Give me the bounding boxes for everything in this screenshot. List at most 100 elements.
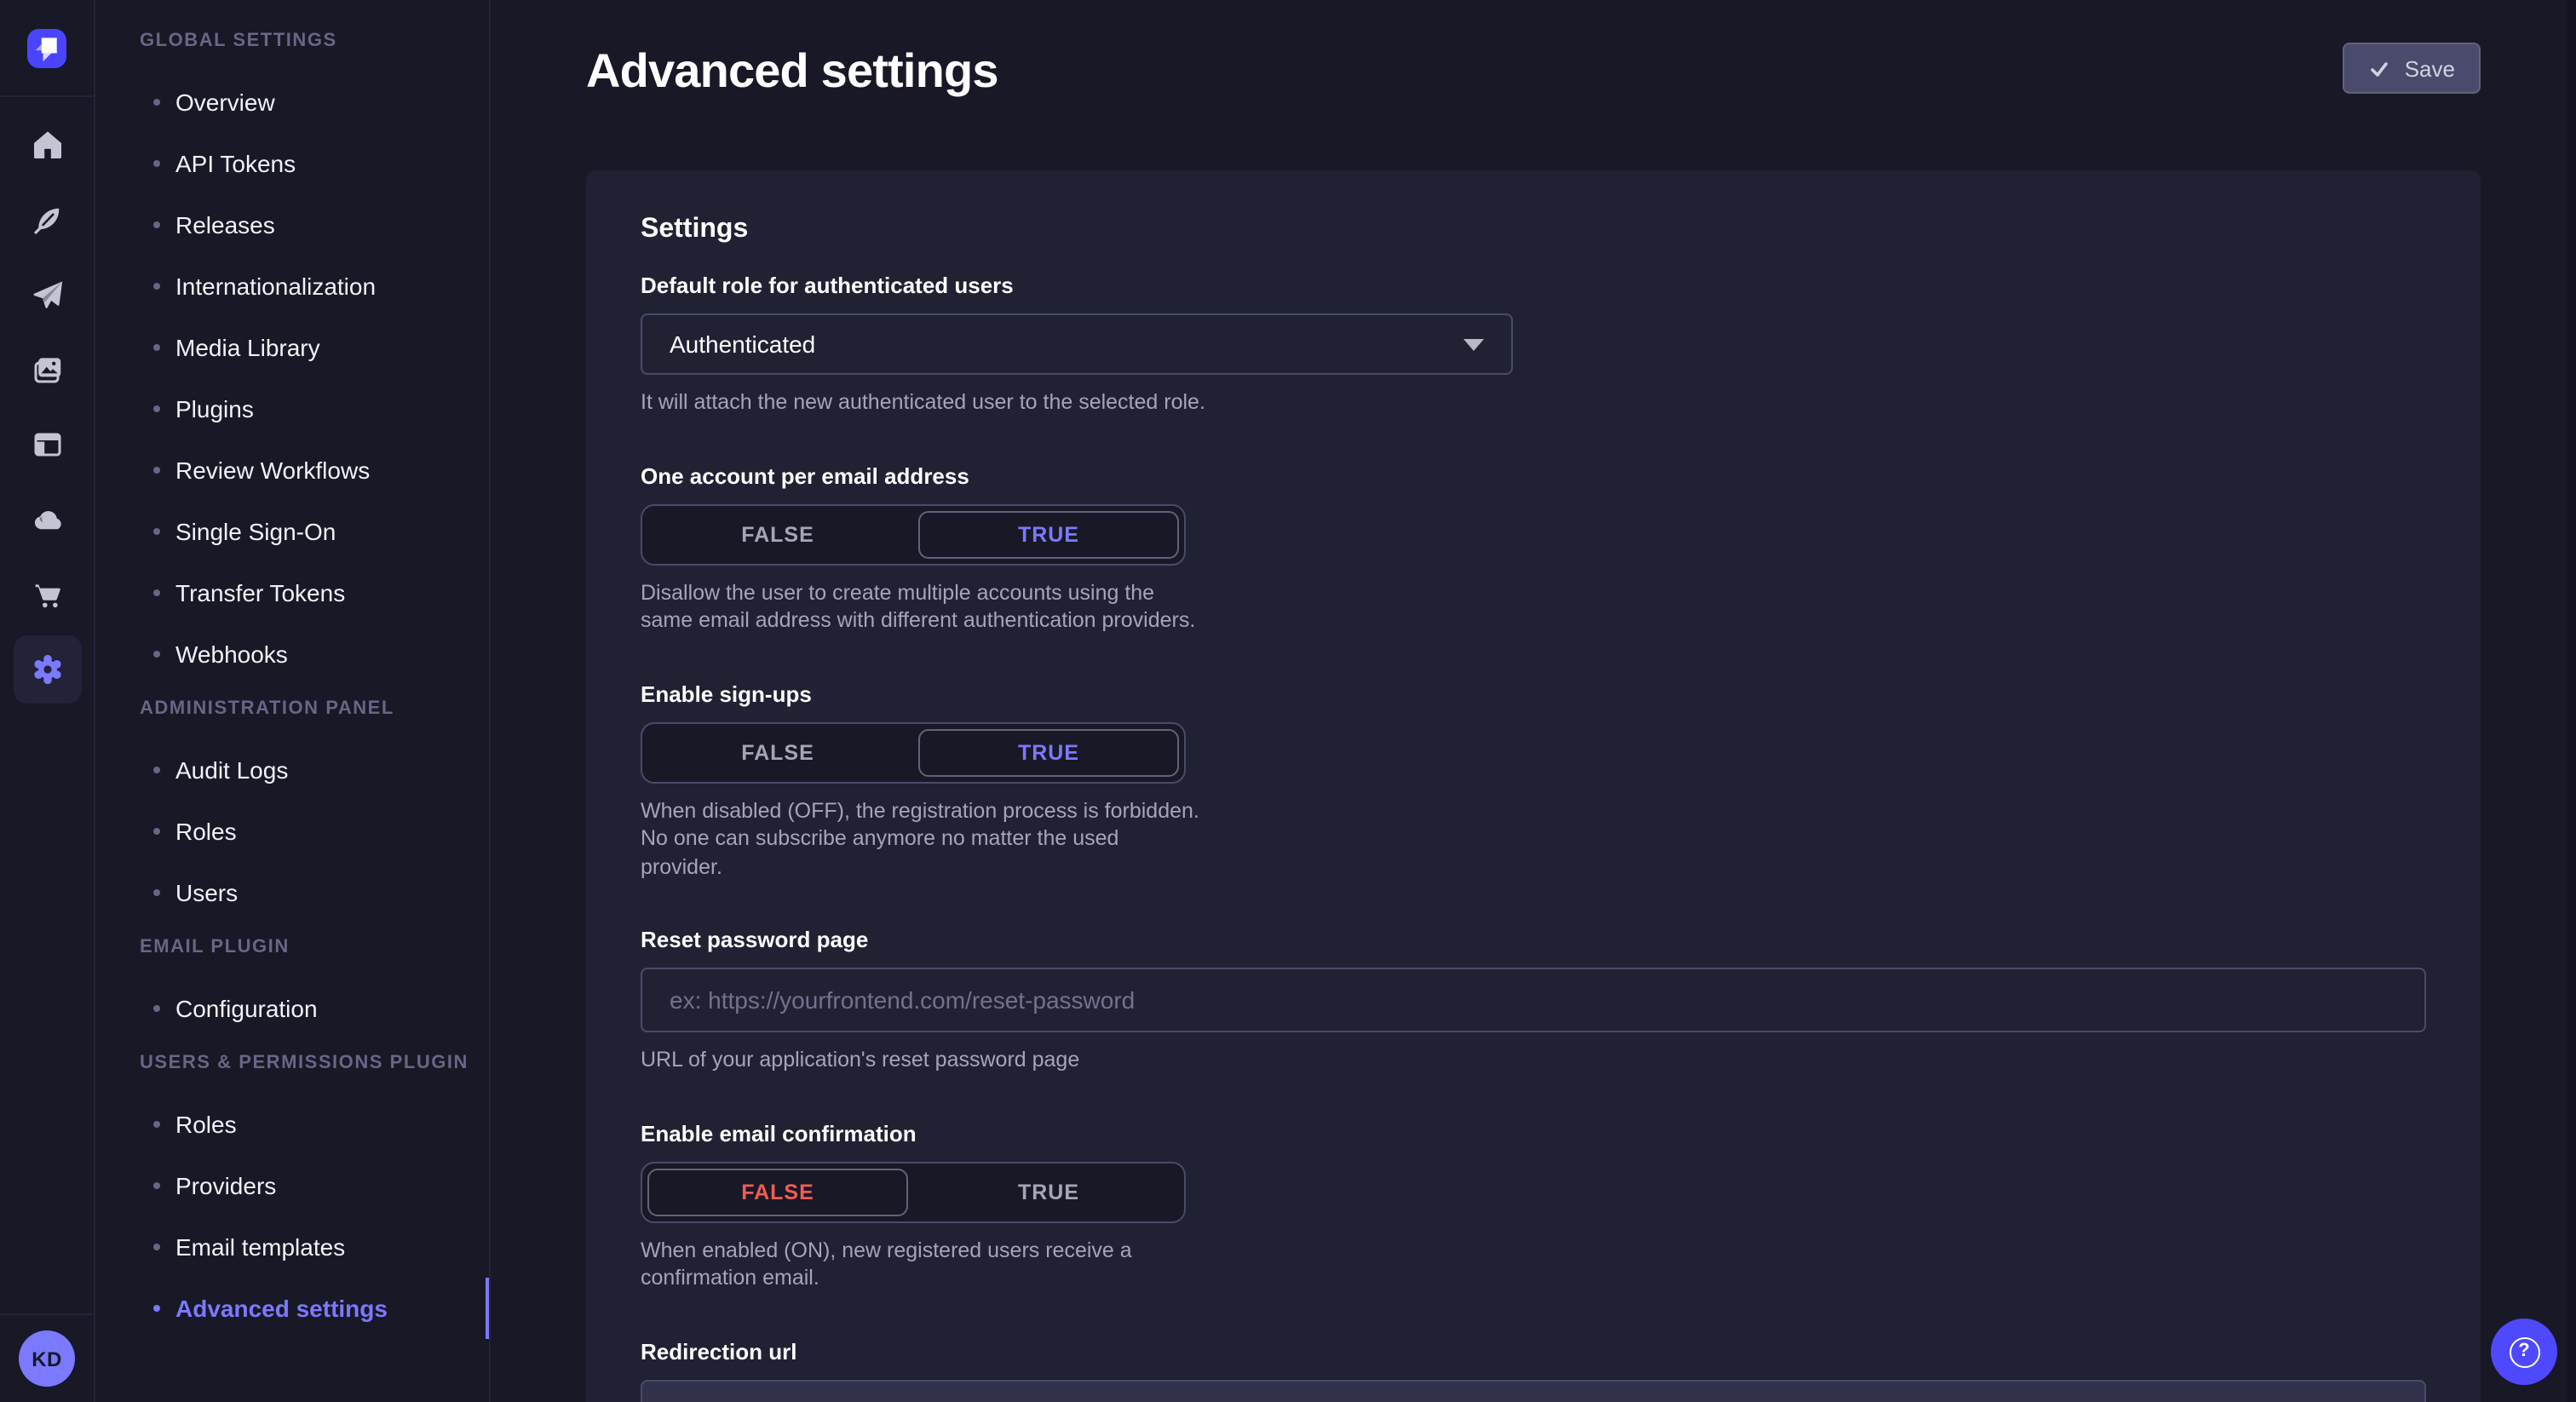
- bullet-icon: [153, 1005, 160, 1012]
- chevron-down-icon: [1463, 338, 1484, 350]
- nav-rail: KD: [0, 0, 95, 1402]
- logo-section: [0, 0, 94, 97]
- field-label: Default role for authenticated users: [641, 273, 2426, 300]
- default-role-select[interactable]: Authenticated: [641, 313, 1513, 375]
- sidebar-section-email-plugin: EMAIL PLUGIN Configuration: [97, 937, 489, 1039]
- bullet-icon: [153, 221, 160, 228]
- settings-rail-item[interactable]: [0, 632, 95, 707]
- bullet-icon: [153, 1121, 160, 1128]
- sign-ups-toggle: FALSE TRUE: [641, 721, 1186, 783]
- bullet-icon: [153, 828, 160, 835]
- cart-icon[interactable]: [0, 557, 95, 632]
- page-header: Advanced settings Save: [491, 0, 2576, 97]
- sidebar-item-email-configuration[interactable]: Configuration: [97, 978, 489, 1039]
- settings-gear-icon: [28, 651, 66, 688]
- sidebar-item-plugins[interactable]: Plugins: [97, 378, 489, 440]
- field-label: Enable email confirmation: [641, 1120, 2426, 1147]
- toggle-option-false[interactable]: FALSE: [647, 728, 908, 776]
- sidebar-item-api-tokens[interactable]: API Tokens: [97, 133, 489, 194]
- sidebar-item-email-templates[interactable]: Email templates: [97, 1216, 489, 1278]
- field-enable-email-confirmation: Enable email confirmation FALSE TRUE Whe…: [641, 1120, 2426, 1292]
- avatar[interactable]: KD: [19, 1330, 75, 1387]
- toggle-option-true[interactable]: TRUE: [918, 728, 1179, 776]
- sidebar-item-providers[interactable]: Providers: [97, 1155, 489, 1216]
- sidebar-section-administration-panel: ADMINISTRATION PANEL Audit Logs Roles Us…: [97, 698, 489, 923]
- sidebar-item-review-workflows[interactable]: Review Workflows: [97, 440, 489, 501]
- email-confirmation-toggle: FALSE TRUE: [641, 1161, 1186, 1222]
- reset-password-input[interactable]: [641, 968, 2426, 1032]
- settings-active-tile: [13, 635, 81, 704]
- field-label: Reset password page: [641, 927, 2426, 954]
- sidebar-item-audit-logs[interactable]: Audit Logs: [97, 739, 489, 801]
- strapi-logo[interactable]: [27, 28, 66, 67]
- sidebar-item-releases[interactable]: Releases: [97, 194, 489, 256]
- sidebar-item-overview[interactable]: Overview: [97, 72, 489, 133]
- toggle-option-true[interactable]: TRUE: [918, 1168, 1179, 1215]
- section-label: GLOBAL SETTINGS: [97, 31, 489, 51]
- sidebar-item-internationalization[interactable]: Internationalization: [97, 256, 489, 317]
- sidebar-section-users-permissions-plugin: USERS & PERMISSIONS PLUGIN Roles Provide…: [97, 1053, 489, 1339]
- redirection-url-input[interactable]: [641, 1379, 2426, 1402]
- field-hint: When disabled (OFF), the registration pr…: [641, 796, 1206, 881]
- sidebar-item-single-sign-on[interactable]: Single Sign-On: [97, 501, 489, 562]
- field-hint: URL of your application's reset password…: [641, 1046, 2426, 1074]
- field-label: Enable sign-ups: [641, 681, 2426, 708]
- field-hint: Disallow the user to create multiple acc…: [641, 578, 1206, 635]
- field-hint: When enabled (ON), new registered users …: [641, 1236, 1206, 1292]
- avatar-section: KD: [0, 1313, 94, 1402]
- toggle-option-true[interactable]: TRUE: [918, 510, 1179, 558]
- paper-plane-icon[interactable]: [0, 257, 95, 332]
- field-redirection-url: Redirection url: [641, 1338, 2426, 1402]
- layout-icon[interactable]: [0, 407, 95, 482]
- app-window: KD GLOBAL SETTINGS Overview API Tokens R…: [0, 0, 2576, 1402]
- bullet-icon: [153, 767, 160, 773]
- section-label: USERS & PERMISSIONS PLUGIN: [97, 1053, 489, 1073]
- field-label: One account per email address: [641, 463, 2426, 490]
- settings-card: Settings Default role for authenticated …: [586, 170, 2481, 1402]
- sidebar-section-global-settings: GLOBAL SETTINGS Overview API Tokens Rele…: [97, 31, 489, 685]
- sidebar-item-admin-roles[interactable]: Roles: [97, 801, 489, 862]
- field-label: Redirection url: [641, 1338, 2426, 1365]
- sidebar-item-advanced-settings[interactable]: Advanced settings: [97, 1278, 489, 1339]
- section-label: EMAIL PLUGIN: [97, 937, 489, 957]
- field-enable-sign-ups: Enable sign-ups FALSE TRUE When disabled…: [641, 681, 2426, 881]
- main-content: Advanced settings Save Settings Default …: [491, 0, 2576, 1402]
- question-mark-icon: ?: [2509, 1336, 2539, 1367]
- bullet-icon: [153, 283, 160, 290]
- help-button[interactable]: ?: [2491, 1319, 2557, 1385]
- bullet-icon: [153, 651, 160, 658]
- section-label: ADMINISTRATION PANEL: [97, 698, 489, 719]
- bullet-icon: [153, 344, 160, 351]
- sidebar-item-media-library[interactable]: Media Library: [97, 317, 489, 378]
- sidebar-item-webhooks[interactable]: Webhooks: [97, 623, 489, 685]
- settings-sidebar: GLOBAL SETTINGS Overview API Tokens Rele…: [97, 0, 491, 1402]
- bullet-icon: [153, 1305, 160, 1312]
- cloud-icon[interactable]: [0, 482, 95, 557]
- page-title: Advanced settings: [586, 44, 2481, 97]
- one-account-toggle: FALSE TRUE: [641, 503, 1186, 565]
- media-library-icon[interactable]: [0, 332, 95, 407]
- field-default-role: Default role for authenticated users Aut…: [641, 273, 2426, 417]
- home-icon[interactable]: [0, 107, 95, 182]
- rail-nav: [0, 97, 95, 707]
- select-value: Authenticated: [670, 330, 1463, 358]
- bullet-icon: [153, 528, 160, 535]
- bullet-icon: [153, 405, 160, 412]
- field-reset-password-page: Reset password page URL of your applicat…: [641, 927, 2426, 1074]
- check-icon: [2369, 57, 2391, 79]
- bullet-icon: [153, 1182, 160, 1189]
- toggle-option-false[interactable]: FALSE: [647, 1168, 908, 1215]
- feather-icon[interactable]: [0, 182, 95, 257]
- sidebar-item-transfer-tokens[interactable]: Transfer Tokens: [97, 562, 489, 623]
- bullet-icon: [153, 889, 160, 896]
- bullet-icon: [153, 99, 160, 106]
- toggle-option-false[interactable]: FALSE: [647, 510, 908, 558]
- field-hint: It will attach the new authenticated use…: [641, 388, 2426, 417]
- sidebar-item-admin-users[interactable]: Users: [97, 862, 489, 923]
- save-button[interactable]: Save: [2343, 43, 2481, 94]
- bullet-icon: [153, 589, 160, 596]
- bullet-icon: [153, 160, 160, 167]
- field-one-account-per-email: One account per email address FALSE TRUE…: [641, 463, 2426, 635]
- scrollbar-gutter[interactable]: [2567, 0, 2576, 1402]
- sidebar-item-up-roles[interactable]: Roles: [97, 1094, 489, 1155]
